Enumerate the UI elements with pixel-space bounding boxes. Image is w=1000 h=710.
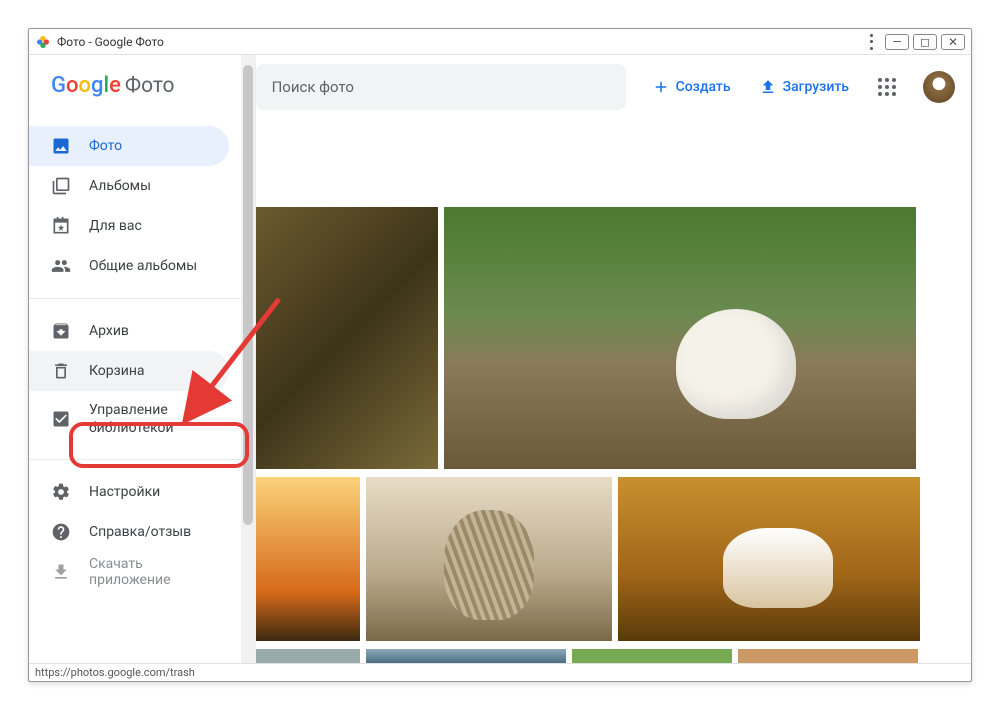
statusbar: https://photos.google.com/trash [29,663,971,681]
photo-thumbnail[interactable] [366,649,566,663]
account-avatar[interactable] [923,71,955,103]
statusbar-url: https://photos.google.com/trash [35,666,195,679]
photo-thumbnail[interactable] [444,207,916,469]
sidebar-item-label: Настройки [89,484,160,500]
photo-thumbnail[interactable] [366,477,612,641]
apps-grid-icon [878,78,896,96]
sidebar-item-archive[interactable]: Архив [29,311,229,351]
window-menu-icon[interactable] [869,34,873,50]
sidebar-item-label: Управление библиотекой [89,401,217,437]
gear-icon [51,482,71,502]
upload-label: Загрузить [783,79,849,95]
sidebar-item-trash[interactable]: Корзина [29,351,229,391]
photo-thumbnail[interactable] [738,649,918,663]
topbar: Поиск фото Создать Загрузить [256,55,971,119]
people-icon [51,256,71,276]
create-label: Создать [676,79,731,95]
titlebar: Фото - Google Фото — ◻ ✕ [29,29,971,55]
logo-letter: g [91,73,103,98]
checkbox-icon [51,409,71,429]
sidebar-item-download-app[interactable]: Скачать приложение [29,552,229,592]
download-icon [51,562,71,582]
photo-grid [256,119,971,663]
trash-icon [51,361,71,381]
sidebar-scrollbar[interactable] [241,55,255,663]
logo-letter: o [78,73,90,98]
sparkle-icon [51,216,71,236]
sidebar-item-help[interactable]: Справка/отзыв [29,512,229,552]
sidebar-item-albums[interactable]: Альбомы [29,166,229,206]
archive-icon [51,321,71,341]
sidebar-item-label: Общие альбомы [89,258,197,274]
close-button[interactable]: ✕ [941,34,965,50]
main-content: Поиск фото Создать Загрузить [256,55,971,663]
photo-thumbnail[interactable] [256,477,360,641]
sidebar-item-label: Архив [89,323,129,339]
search-placeholder: Поиск фото [272,78,354,96]
sidebar-item-label: Альбомы [89,178,151,194]
create-button[interactable]: Создать [642,70,741,104]
nav-divider [29,459,241,460]
app-icon [35,34,51,50]
search-input[interactable]: Поиск фото [256,64,626,110]
albums-icon [51,176,71,196]
upload-icon [759,78,777,96]
sidebar-item-label: Скачать приложение [89,556,217,588]
photo-icon [51,136,71,156]
sidebar-scrollbar-thumb[interactable] [243,65,253,525]
photo-thumbnail[interactable] [256,207,438,469]
minimize-button[interactable]: — [885,34,909,50]
logo[interactable]: Google Фото [29,55,241,122]
logo-letter: o [66,73,78,98]
upload-button[interactable]: Загрузить [749,70,859,104]
nav-divider [29,298,241,299]
plus-icon [652,78,670,96]
sidebar-item-foryou[interactable]: Для вас [29,206,229,246]
maximize-button[interactable]: ◻ [913,34,937,50]
help-icon [51,522,71,542]
sidebar-item-label: Фото [89,138,122,154]
sidebar-item-shared[interactable]: Общие альбомы [29,246,229,286]
sidebar-item-label: Справка/отзыв [89,524,191,540]
photo-thumbnail[interactable] [618,477,920,641]
google-apps-button[interactable] [867,67,907,107]
sidebar-item-label: Корзина [89,363,145,379]
sidebar-item-library-mgmt[interactable]: Управление библиотекой [29,391,229,447]
sidebar-item-label: Для вас [89,218,142,234]
sidebar: Google Фото Фото Альбомы Для в [29,55,256,663]
sidebar-item-settings[interactable]: Настройки [29,472,229,512]
photo-thumbnail[interactable] [256,649,360,663]
app-window: Фото - Google Фото — ◻ ✕ Google Фото Фот… [28,28,972,682]
logo-product: Фото [125,74,175,98]
logo-letter: G [51,73,66,98]
logo-letter: e [109,73,121,98]
sidebar-item-photos[interactable]: Фото [29,126,229,166]
photo-thumbnail[interactable] [572,649,732,663]
window-title: Фото - Google Фото [57,35,164,49]
